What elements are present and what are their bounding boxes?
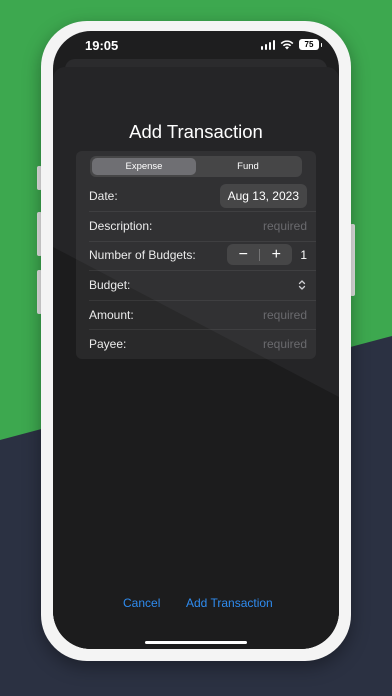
phone-screen: 19:05 75 Add Transaction Expense Fund Da…	[53, 31, 339, 649]
wifi-icon	[280, 40, 294, 50]
amount-label: Amount:	[89, 307, 134, 322]
transaction-form: Expense Fund Date: Aug 13, 2023 Descript…	[76, 151, 316, 359]
segment-expense[interactable]: Expense	[92, 158, 196, 175]
cellular-signal-icon	[260, 39, 275, 50]
payee-field[interactable]: required	[263, 337, 307, 351]
type-segmented-control[interactable]: Expense Fund	[90, 156, 302, 177]
payee-label: Payee:	[89, 336, 127, 351]
home-indicator[interactable]	[145, 641, 247, 644]
segment-fund[interactable]: Fund	[196, 158, 300, 175]
amount-row[interactable]: Amount: required	[89, 300, 307, 329]
budgets-stepper-group: − + 1	[227, 244, 307, 265]
cancel-button[interactable]: Cancel	[123, 596, 160, 610]
decrement-button[interactable]: −	[227, 244, 259, 265]
status-icons: 75	[260, 39, 322, 50]
status-time: 19:05	[85, 38, 119, 53]
battery-icon: 75	[299, 39, 322, 50]
budgets-stepper[interactable]: − +	[227, 244, 293, 265]
payee-row[interactable]: Payee: required	[89, 329, 307, 358]
sheet-actions: Cancel Add Transaction	[0, 596, 392, 612]
sheet-title: Add Transaction	[129, 121, 263, 142]
budgets-count-label: Number of Budgets:	[89, 247, 196, 262]
amount-field[interactable]: required	[263, 308, 307, 322]
budget-row[interactable]: Budget:	[89, 270, 307, 299]
description-field[interactable]: required	[263, 219, 307, 233]
add-transaction-button[interactable]: Add Transaction	[186, 596, 273, 610]
description-row[interactable]: Description: required	[89, 211, 307, 240]
date-picker-button[interactable]: Aug 13, 2023	[219, 183, 307, 208]
date-label: Date:	[89, 188, 118, 203]
increment-button[interactable]: +	[260, 244, 292, 265]
budgets-count-row: Number of Budgets: − + 1	[89, 240, 307, 269]
date-row: Date: Aug 13, 2023	[89, 181, 307, 210]
add-transaction-sheet: Add Transaction Expense Fund Date: Aug 1…	[53, 67, 339, 649]
chevron-up-down-icon[interactable]	[297, 279, 307, 291]
budgets-count-value: 1	[300, 247, 307, 262]
description-label: Description:	[89, 218, 153, 233]
budget-label: Budget:	[89, 277, 131, 292]
